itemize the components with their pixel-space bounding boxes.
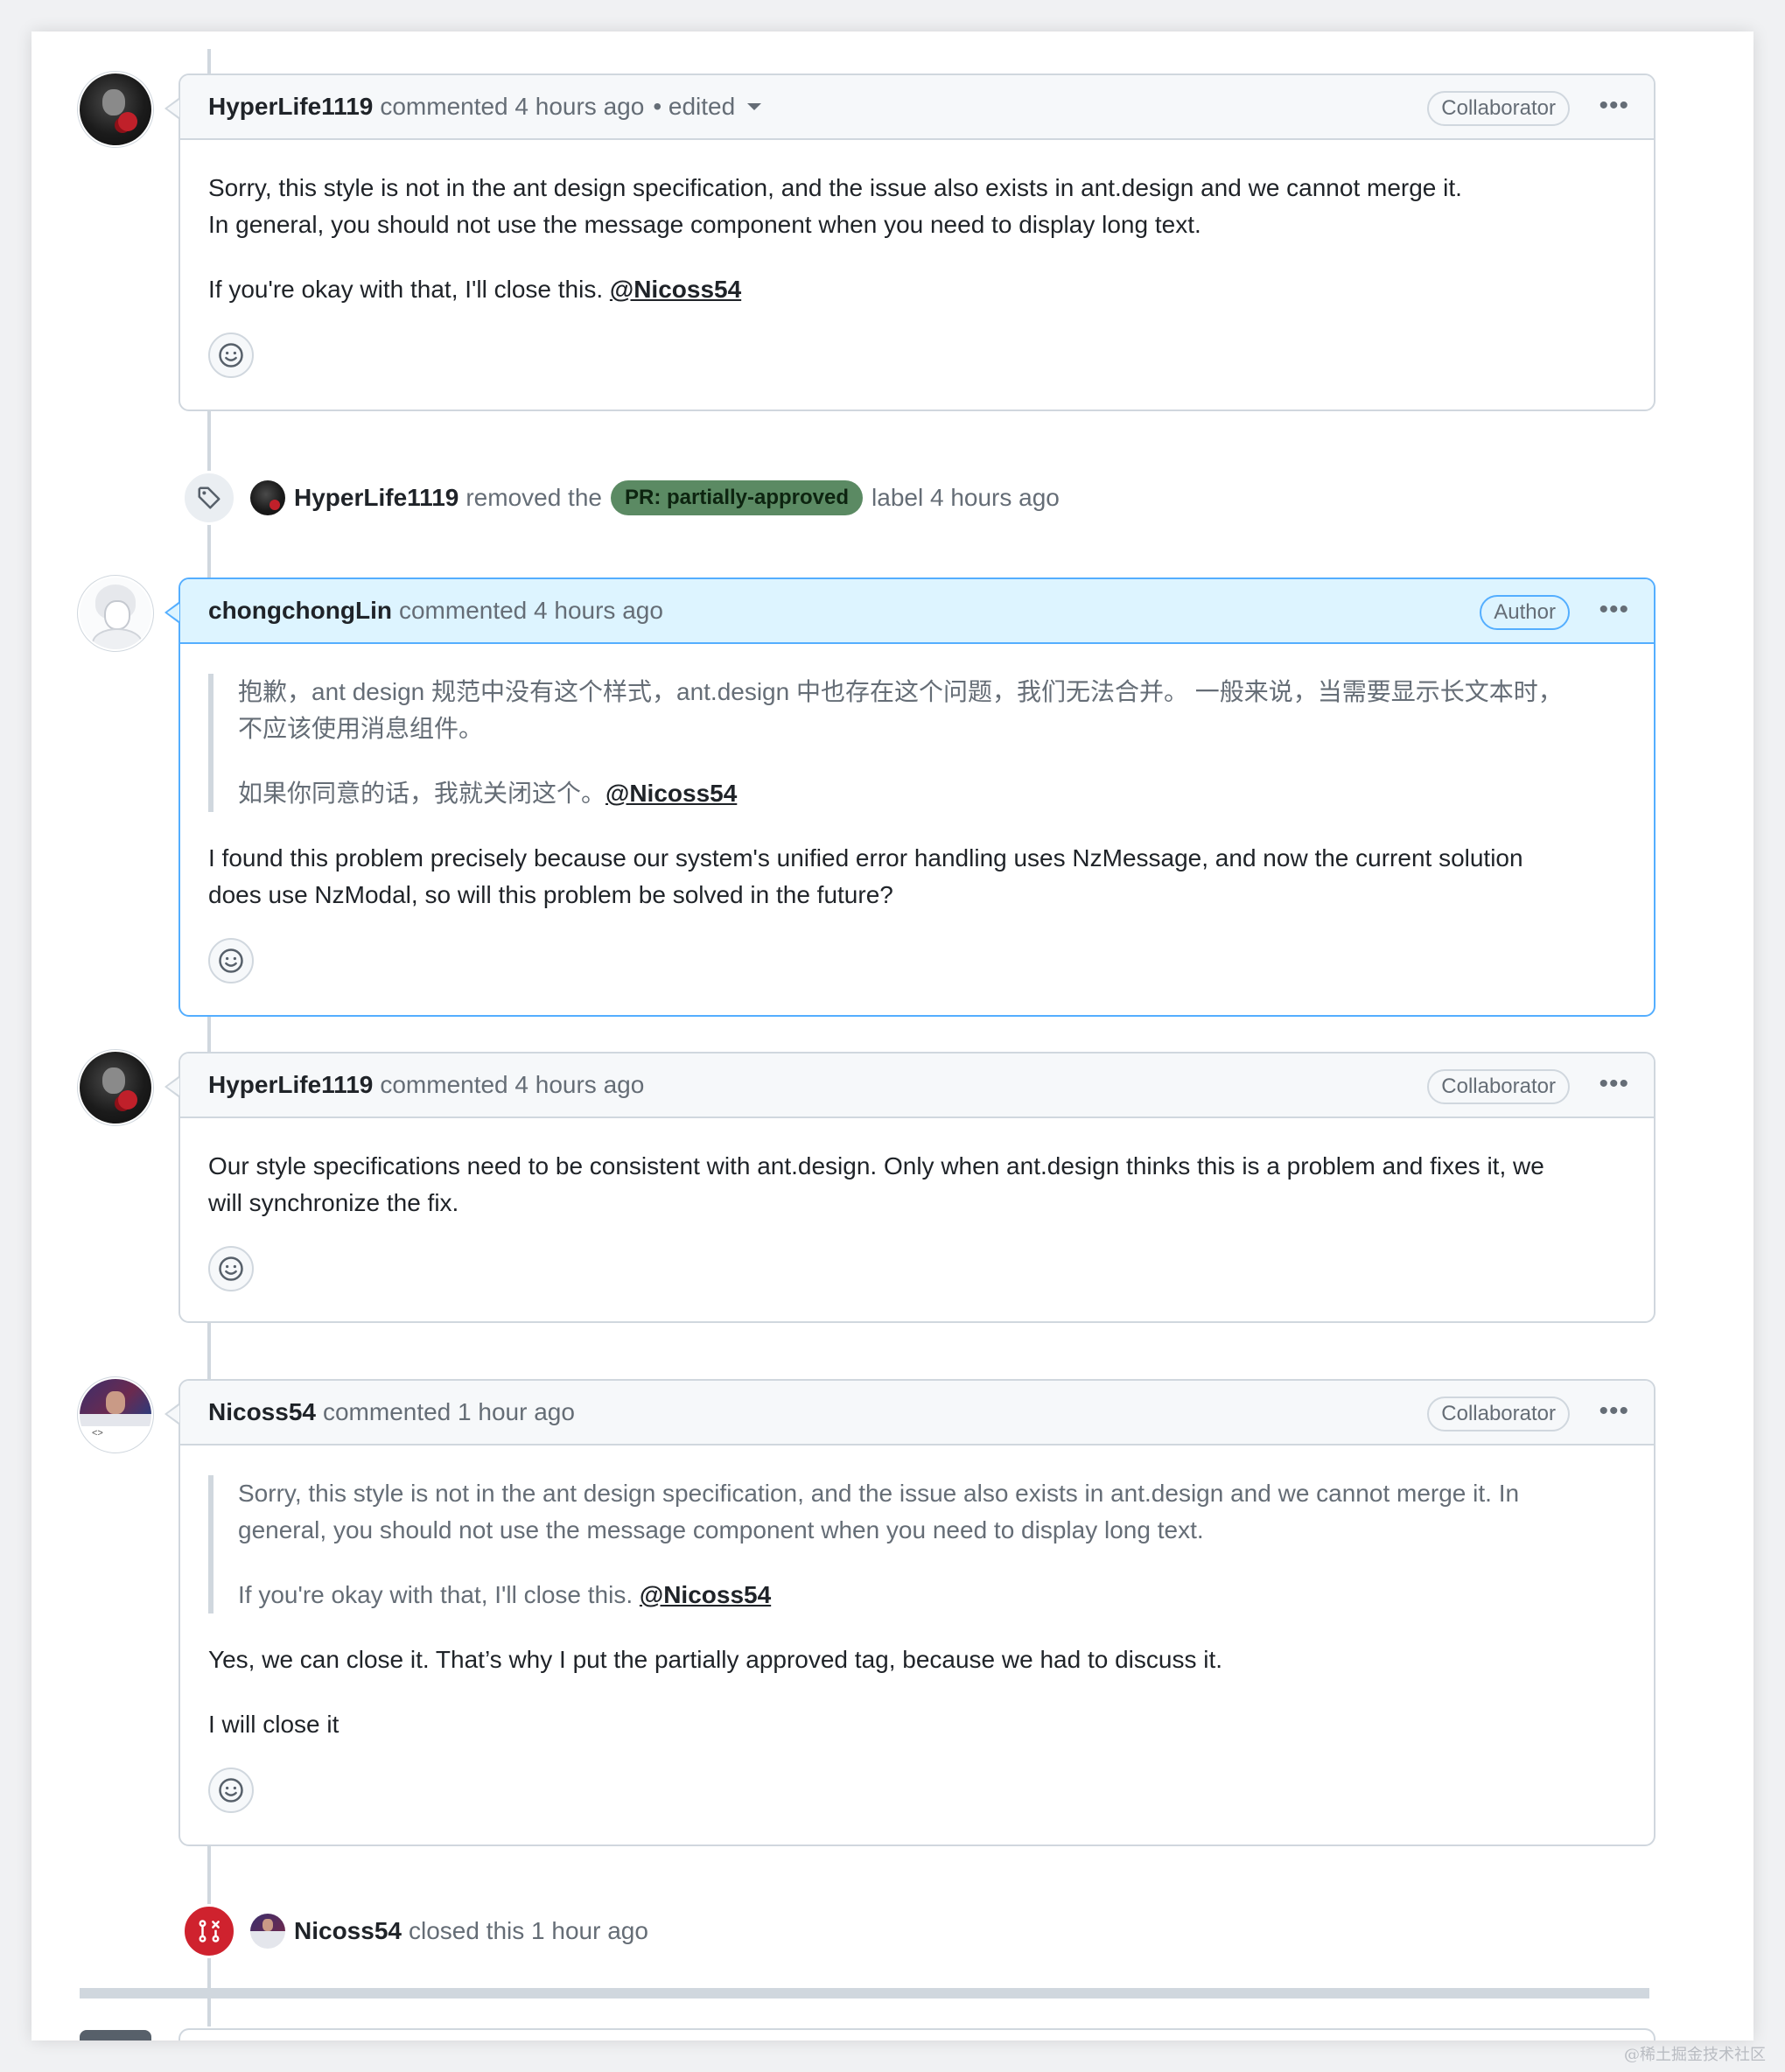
comment-author-link[interactable]: chongchongLin (208, 597, 392, 625)
comment-timestamp[interactable]: commented 4 hours ago (399, 597, 663, 625)
avatar-hyperlife1119[interactable] (80, 74, 151, 145)
tag-icon (182, 471, 236, 525)
quote-text: 不应该使用消息组件。 (238, 715, 484, 742)
event-action-text[interactable]: closed this 1 hour ago (409, 1917, 648, 1945)
quote-text: general, you should not use the message … (238, 1516, 1204, 1544)
add-reaction-button[interactable] (208, 1768, 254, 1813)
role-badge: Collaborator (1427, 1396, 1570, 1432)
user-mention-link[interactable]: @Nicoss54 (640, 1581, 771, 1608)
kebab-horizontal-icon[interactable]: ••• (1599, 597, 1629, 623)
timeline-event-closed: Nicoss54 closed this 1 hour ago (182, 1904, 648, 1958)
comment-header: chongchongLin commented 4 hours ago Auth… (180, 579, 1654, 644)
kebab-horizontal-icon[interactable]: ••• (1599, 1071, 1629, 1097)
comment-timestamp[interactable]: commented 4 hours ago (380, 1071, 644, 1099)
role-badge: Collaborator (1427, 91, 1570, 126)
quote-text: Sorry, this style is not in the ant desi… (238, 1480, 1520, 1507)
add-reaction-button[interactable] (208, 1246, 254, 1292)
avatar-hyperlife1119-small[interactable] (250, 480, 285, 515)
quote-text: 抱歉，ant design 规范中没有这个样式，ant.design 中也存在这… (238, 678, 1563, 705)
chevron-down-icon[interactable] (747, 103, 762, 110)
quote-text: 如果你同意的话，我就关闭这个。 (238, 780, 606, 807)
add-reaction-button[interactable] (208, 332, 254, 378)
kebab-horizontal-icon[interactable]: ••• (1599, 93, 1629, 119)
role-badge: Collaborator (1427, 1069, 1570, 1104)
avatar-hyperlife1119[interactable] (80, 1052, 151, 1124)
avatar-nicoss54[interactable]: <> (80, 1379, 151, 1451)
comment-4: Nicoss54 commented 1 hour ago Collaborat… (164, 1379, 1656, 1846)
kebab-horizontal-icon[interactable]: ••• (1599, 1398, 1629, 1424)
comment-header: Nicoss54 commented 1 hour ago Collaborat… (180, 1381, 1654, 1446)
comment-text: will synchronize the fix. (208, 1189, 459, 1216)
watermark: @稀土掘金技术社区 (1624, 2046, 1766, 2064)
git-pull-request-closed-icon (182, 1904, 236, 1958)
edited-indicator[interactable]: • edited (653, 93, 735, 121)
comment-text: If you're okay with that, I'll close thi… (208, 276, 604, 303)
comment-timestamp[interactable]: commented 1 hour ago (323, 1398, 575, 1426)
comment-header: HyperLife1119 commented 4 hours ago Coll… (180, 1054, 1654, 1118)
avatar-chongchonglin[interactable] (80, 578, 151, 649)
smiley-icon (219, 343, 243, 368)
next-comment-box (178, 2028, 1656, 2040)
comment-3: HyperLife1119 commented 4 hours ago Coll… (164, 1052, 1656, 1323)
blockquote: Sorry, this style is not in the ant desi… (208, 1475, 1626, 1614)
timeline-event-label-removed: HyperLife1119 removed the PR: partially-… (182, 471, 1060, 525)
pr-timeline-page: HyperLife1119 commented 4 hours ago • ed… (32, 32, 1754, 2040)
comment-text: Yes, we can close it. That’s why I put t… (208, 1646, 1223, 1673)
comment-body: 抱歉，ant design 规范中没有这个样式，ant.design 中也存在这… (180, 644, 1654, 1008)
comment-author-link[interactable]: HyperLife1119 (208, 93, 373, 121)
add-reaction-button[interactable] (208, 938, 254, 984)
comment-2: chongchongLin commented 4 hours ago Auth… (164, 578, 1656, 1017)
quote-text: If you're okay with that, I'll close thi… (238, 1581, 634, 1608)
event-actor-link[interactable]: Nicoss54 (294, 1917, 402, 1945)
event-actor-link[interactable]: HyperLife1119 (294, 484, 458, 512)
comment-text: Our style specifications need to be cons… (208, 1152, 1544, 1180)
label-pill[interactable]: PR: partially-approved (610, 480, 864, 515)
timeline-divider (80, 1988, 1649, 1998)
comment-text: I will close it (208, 1711, 340, 1738)
smiley-icon (219, 1256, 243, 1281)
avatar-next[interactable] (80, 2030, 151, 2040)
avatar-nicoss54-small[interactable] (250, 1914, 285, 1949)
blockquote: 抱歉，ant design 规范中没有这个样式，ant.design 中也存在这… (208, 674, 1626, 812)
comment-author-link[interactable]: Nicoss54 (208, 1398, 316, 1426)
comment-text: In general, you should not use the messa… (208, 211, 1201, 238)
smiley-icon (219, 948, 243, 973)
role-badge: Author (1480, 595, 1570, 630)
comment-body: Sorry, this style is not in the ant desi… (180, 1446, 1654, 1838)
smiley-icon (219, 1778, 243, 1802)
user-mention-link[interactable]: @Nicoss54 (610, 276, 741, 303)
comment-author-link[interactable]: HyperLife1119 (208, 1071, 373, 1099)
comment-timestamp[interactable]: commented 4 hours ago (380, 93, 644, 121)
comment-text: Sorry, this style is not in the ant desi… (208, 174, 1462, 201)
event-suffix-text[interactable]: label 4 hours ago (872, 484, 1060, 512)
user-mention-link[interactable]: @Nicoss54 (606, 780, 737, 807)
comment-body: Sorry, this style is not in the ant desi… (180, 140, 1654, 402)
comment-text: I found this problem precisely because o… (208, 844, 1523, 872)
comment-header: HyperLife1119 commented 4 hours ago • ed… (180, 75, 1654, 140)
event-action-text: removed the (466, 484, 602, 511)
comment-text: does use NzModal, so will this problem b… (208, 881, 893, 908)
comment-body: Our style specifications need to be cons… (180, 1118, 1654, 1316)
comment-1: HyperLife1119 commented 4 hours ago • ed… (164, 74, 1656, 411)
